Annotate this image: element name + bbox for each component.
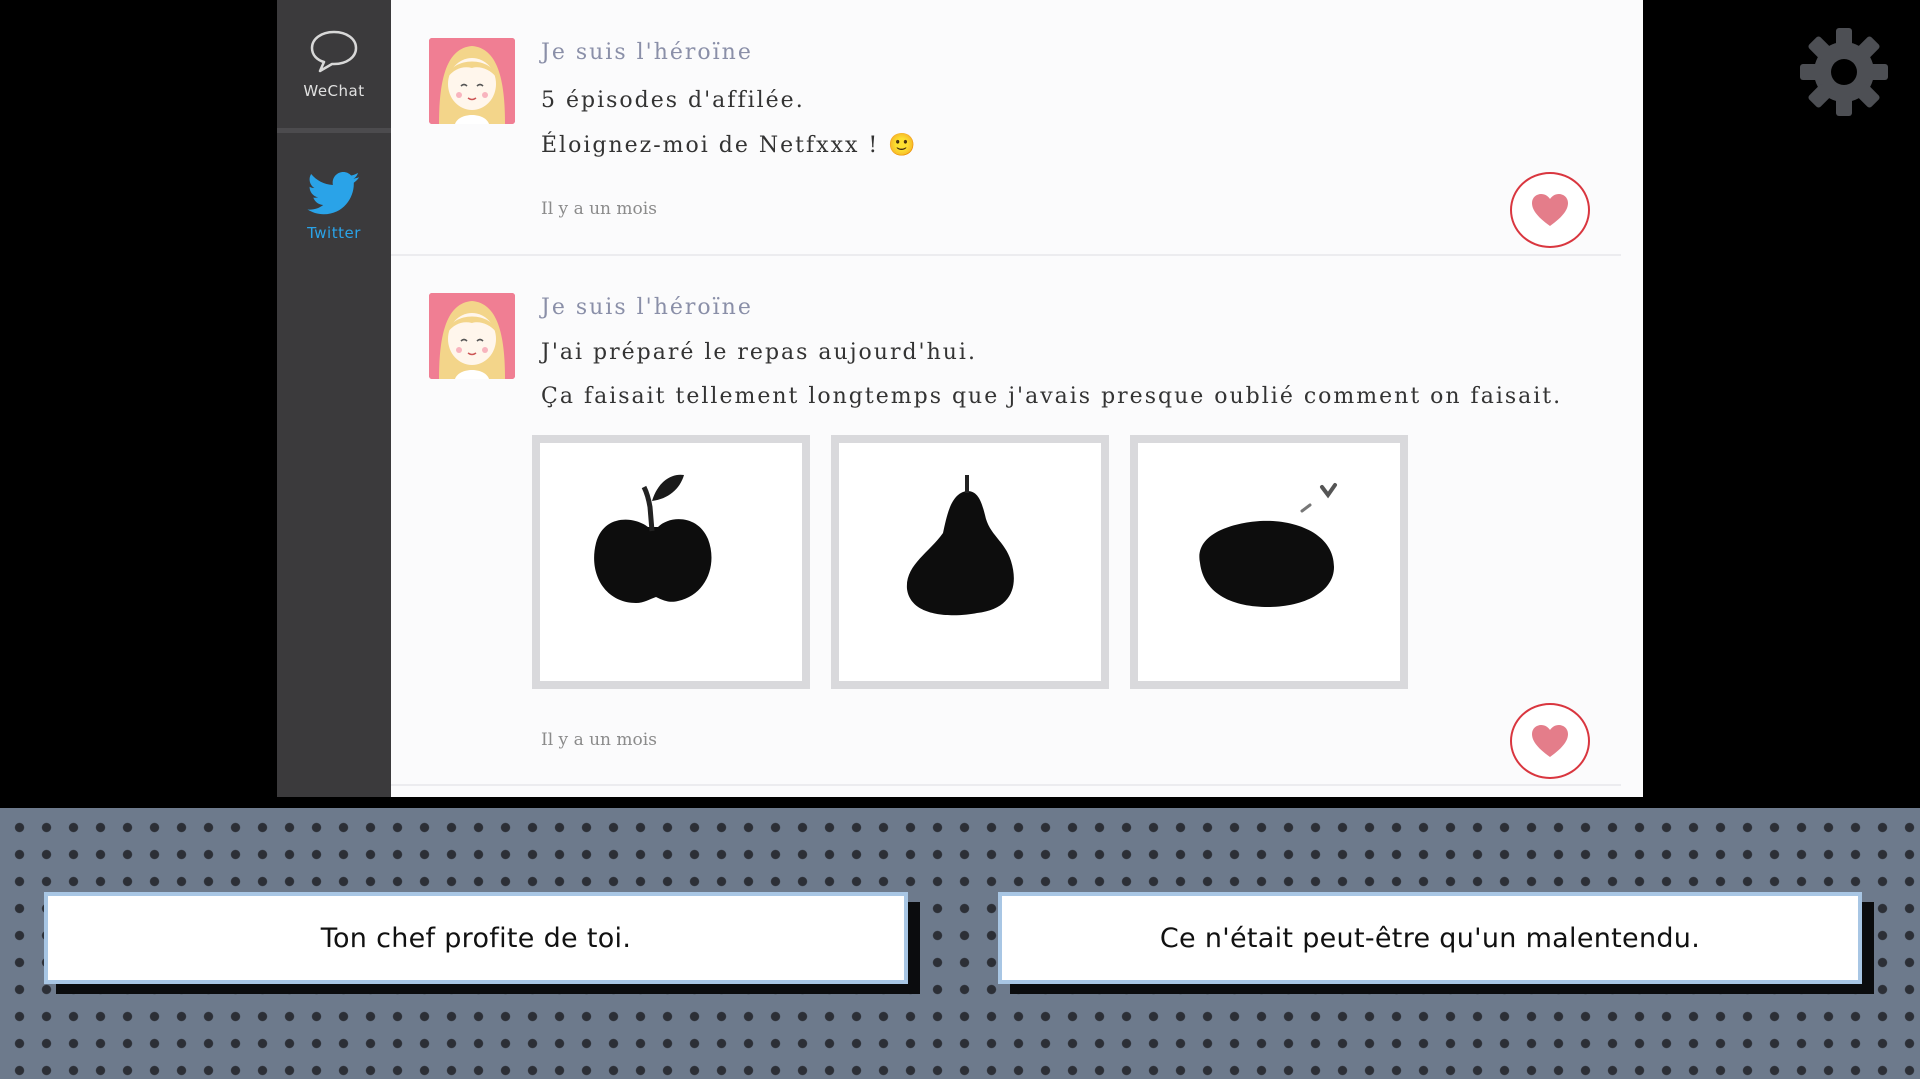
twitter-feed[interactable]: Je suis l'héroïne 5 épisodes d'affilée. … <box>391 0 1643 797</box>
app-sidebar: WeChat Twitter <box>277 0 391 797</box>
twitter-bird-icon <box>307 172 360 215</box>
pear-icon <box>906 475 1014 616</box>
post-divider <box>391 254 1621 256</box>
like-button[interactable] <box>1510 703 1590 779</box>
like-button[interactable] <box>1510 172 1590 248</box>
settings-button[interactable] <box>1796 24 1892 124</box>
orange-icon <box>1199 483 1337 607</box>
sidebar-item-twitter[interactable]: Twitter <box>277 172 391 242</box>
post-image-orange[interactable] <box>1130 435 1408 689</box>
avatar[interactable] <box>429 293 515 379</box>
feed-post: Je suis l'héroïne 5 épisodes d'affilée. … <box>391 0 1621 256</box>
post-text-line: Éloignez-moi de Netfxxx ! 🙂 <box>541 133 918 158</box>
sidebar-item-label: WeChat <box>303 82 365 100</box>
post-divider <box>391 784 1621 786</box>
dialogue-choice-left[interactable]: Ton chef profite de toi. <box>44 892 908 984</box>
post-text-line: 5 épisodes d'affilée. <box>541 88 805 113</box>
sidebar-item-wechat[interactable]: WeChat <box>277 28 391 100</box>
post-image-apple[interactable] <box>532 435 810 689</box>
post-author[interactable]: Je suis l'héroïne <box>541 295 753 320</box>
heart-icon <box>1532 194 1568 226</box>
post-timestamp: Il y a un mois <box>541 730 657 750</box>
post-text-line: J'ai préparé le repas aujourd'hui. <box>541 340 977 365</box>
sidebar-item-label: Twitter <box>307 224 361 242</box>
dialogue-choice-right[interactable]: Ce n'était peut-être qu'un malentendu. <box>998 892 1862 984</box>
chat-bubble-icon <box>310 30 358 73</box>
post-text-line: Ça faisait tellement longtemps que j'ava… <box>541 384 1563 409</box>
post-image-pear[interactable] <box>831 435 1109 689</box>
sidebar-divider <box>277 128 391 133</box>
avatar[interactable] <box>429 38 515 124</box>
feed-post: Je suis l'héroïne J'ai préparé le repas … <box>391 258 1621 786</box>
heart-icon <box>1532 725 1568 757</box>
post-author[interactable]: Je suis l'héroïne <box>541 40 753 65</box>
gear-icon <box>1800 28 1888 116</box>
apple-icon <box>594 474 712 603</box>
post-timestamp: Il y a un mois <box>541 199 657 219</box>
